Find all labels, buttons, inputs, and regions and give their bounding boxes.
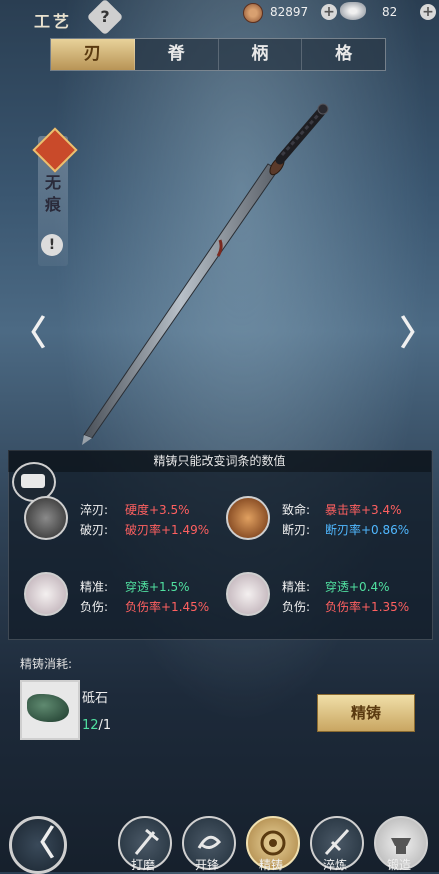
tab-guard[interactable]: 格 bbox=[302, 39, 385, 70]
back-button[interactable]: 〈 bbox=[9, 816, 67, 874]
stat-2-label-1: 致命: bbox=[282, 503, 311, 517]
refine-button[interactable]: 精铸 bbox=[317, 694, 415, 732]
chat-bubble-icon bbox=[21, 474, 45, 488]
silver-ingot-icon bbox=[340, 2, 366, 20]
weapon-name: 无 痕 bbox=[44, 173, 61, 214]
refine-cost-title: 精铸消耗: bbox=[20, 657, 73, 671]
refine-hint: 精铸只能改变词条的数值 bbox=[8, 450, 431, 472]
stat-1-label-1: 淬刃: bbox=[80, 503, 109, 517]
tab-hilt[interactable]: 柄 bbox=[219, 39, 303, 70]
tab-spine[interactable]: 脊 bbox=[135, 39, 219, 70]
cost-item-name: 砥石 bbox=[82, 691, 109, 706]
stat-gem-icon bbox=[24, 496, 68, 540]
nav-polish-label: 打磨 bbox=[130, 858, 155, 872]
next-weapon-arrow-icon[interactable]: 〉 bbox=[400, 306, 434, 355]
stat-4-label-2: 负伤: bbox=[282, 600, 311, 614]
copper-amount: 82897 bbox=[270, 5, 309, 19]
prev-weapon-arrow-icon[interactable]: 〈 bbox=[12, 306, 46, 355]
stat-3-value-2: 负伤率+1.45% bbox=[125, 600, 210, 614]
stat-4-value-2: 负伤率+1.35% bbox=[325, 600, 410, 614]
page-title: 工艺 bbox=[34, 12, 73, 31]
stat-gem-icon bbox=[226, 572, 270, 616]
stat-gem-icon bbox=[24, 572, 68, 616]
stat-3-label-2: 负伤: bbox=[80, 600, 109, 614]
help-button[interactable]: ? bbox=[86, 0, 124, 36]
question-icon: ? bbox=[100, 7, 110, 27]
stat-3-value-1: 穿透+1.5% bbox=[125, 580, 190, 594]
stat-4-label-1: 精准: bbox=[282, 580, 311, 594]
nav-temper-label: 淬炼 bbox=[322, 858, 347, 872]
silver-amount: 82 bbox=[382, 5, 398, 19]
stat-2-value-1: 暴击率+3.4% bbox=[325, 503, 402, 517]
tab-blade[interactable]: 刃 bbox=[51, 39, 135, 70]
stat-gem-icon bbox=[226, 496, 270, 540]
stat-3-label-1: 精准: bbox=[80, 580, 109, 594]
stat-1-value-2: 破刃率+1.49% bbox=[125, 523, 210, 537]
add-copper-button[interactable]: + bbox=[321, 4, 337, 20]
add-silver-button[interactable]: + bbox=[420, 4, 436, 20]
nav-sharpen-label: 开锋 bbox=[194, 858, 219, 872]
stat-4-value-1: 穿透+0.4% bbox=[325, 580, 390, 594]
stat-1-value-1: 硬度+3.5% bbox=[125, 503, 190, 517]
weapon-info-button[interactable]: ! bbox=[41, 234, 63, 256]
copper-coin-icon bbox=[243, 3, 263, 23]
nav-refine-label: 精铸 bbox=[258, 858, 283, 872]
stat-1-label-2: 破刃: bbox=[80, 523, 109, 537]
sword-image bbox=[82, 103, 329, 445]
stat-2-value-2: 断刃率+0.86% bbox=[325, 523, 410, 537]
nav-forge-label: 锻造 bbox=[386, 858, 411, 872]
part-tabs: 刃 脊 柄 格 bbox=[50, 38, 386, 71]
stat-2-label-2: 断刃: bbox=[282, 523, 311, 537]
cost-item-count: 12/1 bbox=[82, 718, 112, 733]
